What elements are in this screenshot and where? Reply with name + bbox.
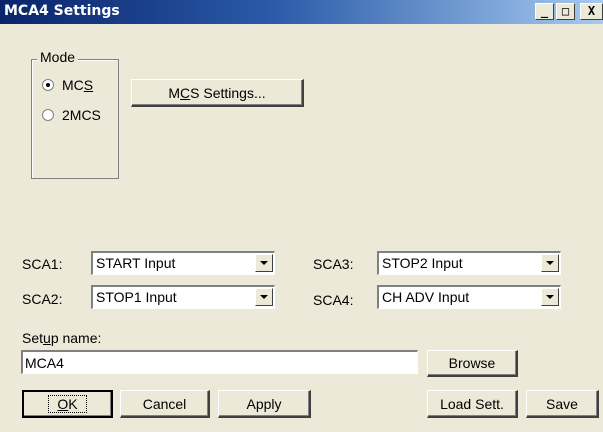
sca2-label: SCA2: [22,291,63,307]
sca4-label: SCA4: [313,292,354,308]
sca2-chevron-down-icon[interactable] [255,288,273,306]
close-button[interactable]: X [580,3,603,20]
sca3-label: SCA3: [313,256,354,272]
mode-group-label: Mode [37,49,79,65]
radio-2mcs-label: 2MCS [62,107,101,123]
cancel-button[interactable]: Cancel [120,390,210,418]
apply-button[interactable]: Apply [218,390,311,418]
maximize-icon: □ [561,4,570,18]
sca2-value: STOP1 Input [96,289,177,305]
sca4-select[interactable]: CH ADV Input [377,285,561,309]
ok-label: OK [48,395,87,413]
sca1-chevron-down-icon[interactable] [255,254,273,272]
sca3-value: STOP2 Input [382,255,463,271]
browse-button[interactable]: Browse [427,350,518,377]
mcs-settings-button[interactable]: MCS Settings... [131,79,304,107]
sca2-select[interactable]: STOP1 Input [91,285,275,309]
setup-name-label: Setup name: [22,330,102,346]
sca4-value: CH ADV Input [382,289,470,305]
radio-mcs-label: MCS [62,77,94,93]
setup-name-input[interactable] [21,350,418,374]
minimize-button[interactable]: _ [535,3,554,20]
minimize-icon: _ [540,4,549,18]
sca4-chevron-down-icon[interactable] [541,288,559,306]
ok-button[interactable]: OK [22,390,113,418]
sca1-value: START Input [96,255,176,271]
mca4-settings-dialog: MCA4 Settings _ □ X Mode MCS 2MCS MCS Se… [0,0,603,432]
radio-mcs-indicator[interactable] [42,79,54,91]
sca3-select[interactable]: STOP2 Input [377,251,561,275]
window-title: MCA4 Settings [4,3,120,19]
save-button[interactable]: Save [526,390,599,418]
title-bar[interactable]: MCA4 Settings _ □ X [0,0,603,24]
mcs-settings-label: MCS Settings... [168,84,266,101]
radio-2mcs-indicator[interactable] [42,109,54,121]
sca1-label: SCA1: [22,256,63,272]
close-icon: X [587,4,596,18]
maximize-button[interactable]: □ [556,3,575,20]
radio-2mcs[interactable]: 2MCS [42,105,101,125]
radio-mcs[interactable]: MCS [42,75,93,95]
load-settings-button[interactable]: Load Sett. [427,390,518,418]
sca3-chevron-down-icon[interactable] [541,254,559,272]
sca1-select[interactable]: START Input [91,251,275,275]
